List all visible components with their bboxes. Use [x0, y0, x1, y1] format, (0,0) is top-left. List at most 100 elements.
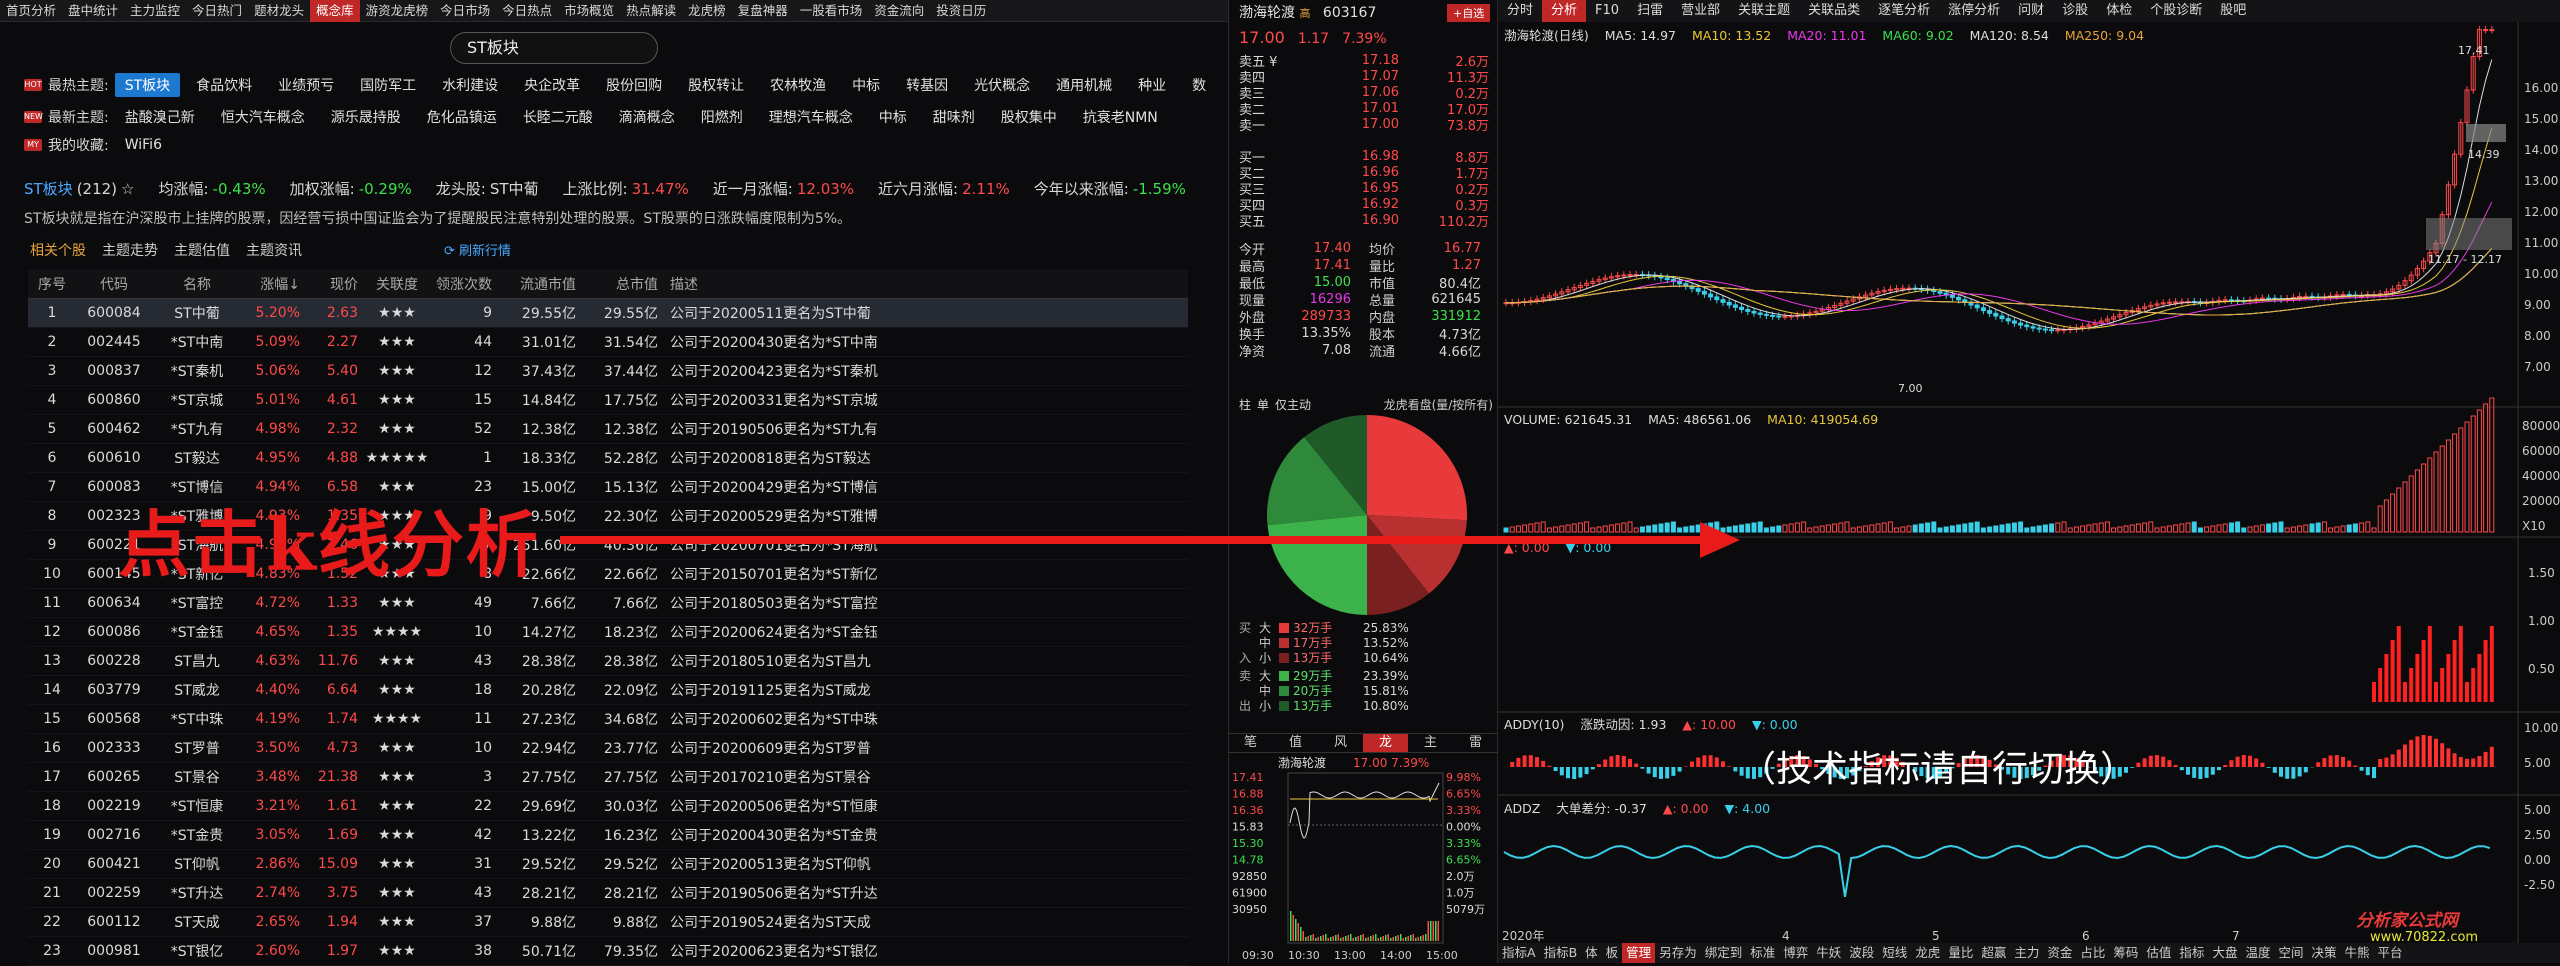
kline-tab[interactable]: F10: [1586, 0, 1628, 22]
mini-tab[interactable]: 笔: [1228, 734, 1273, 752]
column-header[interactable]: 总市值: [582, 274, 664, 294]
indicator-tab[interactable]: 资金: [2043, 943, 2076, 963]
kline-tab[interactable]: 体检: [2097, 0, 2141, 22]
new-topic-tag[interactable]: 危化品镇运: [417, 105, 507, 129]
nav-item[interactable]: 盘中统计: [62, 0, 124, 22]
mine-topic-tag[interactable]: WiFi6: [115, 135, 172, 155]
pie-tab[interactable]: 柱: [1239, 396, 1251, 413]
indicator-tab[interactable]: 平台: [2374, 943, 2407, 963]
column-header[interactable]: 领涨次数: [430, 274, 502, 294]
indicator-tab[interactable]: 主力: [2010, 943, 2043, 963]
table-row[interactable]: 20600421ST仰帆2.86%15.09★★★3129.52亿29.52亿公…: [28, 850, 1188, 879]
indicator-tab[interactable]: 龙虎: [1911, 943, 1944, 963]
kline-tab[interactable]: 问财: [2009, 0, 2053, 22]
hot-topic-tag[interactable]: 食品饮料: [186, 73, 262, 97]
table-row[interactable]: 12600086*ST金钰4.65%1.35★★★★1014.27亿18.23亿…: [28, 618, 1188, 647]
new-topic-tag[interactable]: 阳燃剂: [691, 105, 753, 129]
column-header[interactable]: 流通市值: [502, 274, 582, 294]
mini-tab[interactable]: 风: [1318, 734, 1363, 752]
stat-value[interactable]: ST中葡: [490, 178, 539, 199]
nav-item[interactable]: 今日热点: [496, 0, 558, 22]
nav-item[interactable]: 复盘神器: [732, 0, 794, 22]
nav-item[interactable]: 资金流向: [868, 0, 930, 22]
hot-topic-tag[interactable]: ST板块: [115, 73, 180, 97]
hot-topic-tag[interactable]: 水利建设: [432, 73, 508, 97]
kline-tab[interactable]: 关联品类: [1799, 0, 1869, 22]
table-row[interactable]: 13600228ST昌九4.63%11.76★★★4328.38亿28.38亿公…: [28, 647, 1188, 676]
new-topic-tag[interactable]: 长睦二元酸: [513, 105, 603, 129]
refresh-button[interactable]: ⟳ 刷新行情: [444, 240, 511, 259]
indicator-tab[interactable]: 大盘: [2208, 943, 2241, 963]
column-header[interactable]: 描述: [664, 274, 1188, 294]
indicator-tab[interactable]: 占比: [2076, 943, 2109, 963]
kline-tab[interactable]: 诊股: [2053, 0, 2097, 22]
column-header[interactable]: 涨幅↓: [242, 274, 306, 294]
hot-topic-tag[interactable]: 种业: [1128, 73, 1176, 97]
new-topic-tag[interactable]: 理想汽车概念: [759, 105, 863, 129]
indicator-tab[interactable]: 牛妖: [1812, 943, 1845, 963]
sector-name[interactable]: ST板块: [24, 178, 73, 199]
kline-tab[interactable]: 扫雷: [1628, 0, 1672, 22]
nav-item[interactable]: 游资龙虎榜: [360, 0, 435, 22]
kline-tab[interactable]: 分析: [1542, 0, 1586, 22]
kline-tab[interactable]: 营业部: [1672, 0, 1729, 22]
sub-tab[interactable]: 主题资讯: [246, 240, 302, 260]
new-topic-tag[interactable]: 盐酸溴己新: [115, 105, 205, 129]
table-row[interactable]: 14603779ST威龙4.40%6.64★★★1820.28亿22.09亿公司…: [28, 676, 1188, 705]
new-topic-tag[interactable]: 股权集中: [991, 105, 1067, 129]
indicator-tab[interactable]: 指标: [2175, 943, 2208, 963]
indicator-tab[interactable]: 板: [1602, 943, 1623, 963]
new-topic-tag[interactable]: 源乐晟持股: [321, 105, 411, 129]
mini-tab[interactable]: 值: [1273, 734, 1318, 752]
star-icon[interactable]: ☆: [121, 180, 134, 198]
kline-tab[interactable]: 涨停分析: [1939, 0, 2009, 22]
indicator-tab[interactable]: 牛熊: [2341, 943, 2374, 963]
ask-row[interactable]: 卖一17.0073.8万: [1239, 116, 1489, 132]
nav-item[interactable]: 龙虎榜: [682, 0, 732, 22]
hot-topic-tag[interactable]: 数: [1182, 73, 1216, 97]
column-header[interactable]: 现价: [306, 274, 364, 294]
table-row[interactable]: 23000981*ST银亿2.60%1.97★★★3850.71亿79.35亿公…: [28, 937, 1188, 966]
indicator-tab[interactable]: 体: [1581, 943, 1602, 963]
nav-item[interactable]: 市场概览: [558, 0, 620, 22]
table-row[interactable]: 17600265ST景谷3.48%21.38★★★327.75亿27.75亿公司…: [28, 763, 1188, 792]
new-topic-tag[interactable]: 恒大汽车概念: [211, 105, 315, 129]
table-row[interactable]: 19002716*ST金贵3.05%1.69★★★4213.22亿16.23亿公…: [28, 821, 1188, 850]
bid-row[interactable]: 买五16.90110.2万: [1239, 212, 1489, 228]
hot-topic-tag[interactable]: 光伏概念: [964, 73, 1040, 97]
mini-tab[interactable]: 主: [1408, 734, 1453, 752]
nav-item[interactable]: 投资日历: [930, 0, 992, 22]
new-topic-tag[interactable]: 抗衰老NMN: [1073, 105, 1168, 129]
sub-tab[interactable]: 主题走势: [102, 240, 158, 260]
indicator-tab[interactable]: 绑定到: [1701, 943, 1747, 963]
indicator-tab[interactable]: 空间: [2274, 943, 2307, 963]
hot-topic-tag[interactable]: 通用机械: [1046, 73, 1122, 97]
mini-tab[interactable]: 雷: [1453, 734, 1498, 752]
nav-item[interactable]: 主力监控: [124, 0, 186, 22]
hot-topic-tag[interactable]: 股权转让: [678, 73, 754, 97]
indicator-tab[interactable]: 标准: [1746, 943, 1779, 963]
column-header[interactable]: 代码: [76, 274, 152, 294]
new-topic-tag[interactable]: 甜味剂: [923, 105, 985, 129]
table-row[interactable]: 18002219*ST恒康3.21%1.61★★★2229.69亿30.03亿公…: [28, 792, 1188, 821]
hot-topic-tag[interactable]: 业绩预亏: [268, 73, 344, 97]
table-row[interactable]: 5600462*ST九有4.98%2.32★★★5212.38亿12.38亿公司…: [28, 415, 1188, 444]
table-row[interactable]: 4600860*ST京城5.01%4.61★★★1514.84亿17.75亿公司…: [28, 386, 1188, 415]
table-row[interactable]: 1600084ST中葡5.20%2.63★★★929.55亿29.55亿公司于2…: [28, 299, 1188, 328]
indicator-tab[interactable]: 指标A: [1498, 943, 1540, 963]
indicator-tab[interactable]: 估值: [2142, 943, 2175, 963]
hot-topic-tag[interactable]: 转基因: [896, 73, 958, 97]
table-row[interactable]: 3000837*ST秦机5.06%5.40★★★1237.43亿37.44亿公司…: [28, 357, 1188, 386]
kline-tab[interactable]: 个股诊断: [2141, 0, 2211, 22]
nav-item[interactable]: 首页分析: [0, 0, 62, 22]
table-row[interactable]: 11600634*ST富控4.72%1.33★★★497.66亿7.66亿公司于…: [28, 589, 1188, 618]
indicator-tab[interactable]: 指标B: [1540, 943, 1582, 963]
hot-topic-tag[interactable]: 股份回购: [596, 73, 672, 97]
nav-item[interactable]: 一股看市场: [794, 0, 869, 22]
indicator-tab[interactable]: 量比: [1944, 943, 1977, 963]
indicator-tab[interactable]: 超赢: [1977, 943, 2010, 963]
table-row[interactable]: 21002259*ST升达2.74%3.75★★★4328.21亿28.21亿公…: [28, 879, 1188, 908]
indicator-tab[interactable]: 波段: [1845, 943, 1878, 963]
indicator-tab[interactable]: 另存为: [1655, 943, 1701, 963]
hot-topic-tag[interactable]: 央企改革: [514, 73, 590, 97]
